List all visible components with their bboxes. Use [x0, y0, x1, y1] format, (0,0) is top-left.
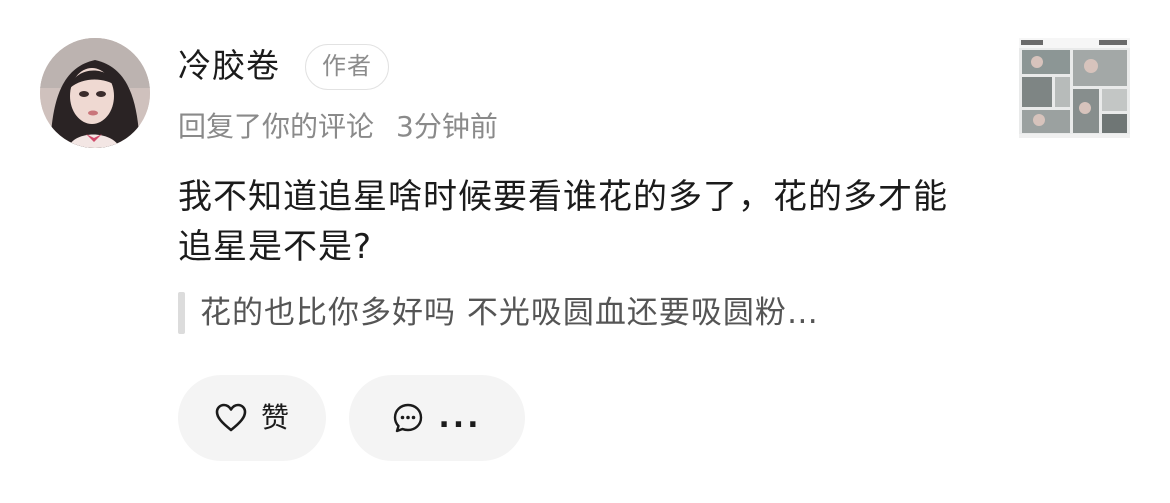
- quoted-comment[interactable]: 花的也比你多好吗 不光吸圆血还要吸圆粉…: [200, 292, 819, 334]
- timestamp: 3分钟前: [396, 110, 498, 143]
- heart-icon: [215, 403, 247, 433]
- comment-meta: 回复了你的评论 3分钟前: [178, 108, 498, 146]
- avatar[interactable]: [40, 38, 150, 148]
- action-text: 回复了你的评论: [178, 110, 375, 143]
- reply-label: ...: [438, 400, 482, 435]
- post-thumbnail[interactable]: [1019, 38, 1130, 138]
- comment-bubble-icon: [392, 402, 424, 434]
- username[interactable]: 冷胶卷: [178, 44, 280, 88]
- quote-bar: [178, 292, 185, 334]
- reply-button[interactable]: ...: [349, 375, 525, 461]
- like-button[interactable]: 赞: [178, 375, 326, 461]
- author-badge: 作者: [305, 44, 389, 90]
- like-label: 赞: [260, 401, 289, 434]
- comment-notification: 冷胶卷 作者 回复了你的评论 3分钟前 我不知道追星啥时候要看谁花的多了，花的多才…: [0, 0, 1170, 503]
- comment-body[interactable]: 我不知道追星啥时候要看谁花的多了，花的多才能追星是不是?: [178, 172, 978, 272]
